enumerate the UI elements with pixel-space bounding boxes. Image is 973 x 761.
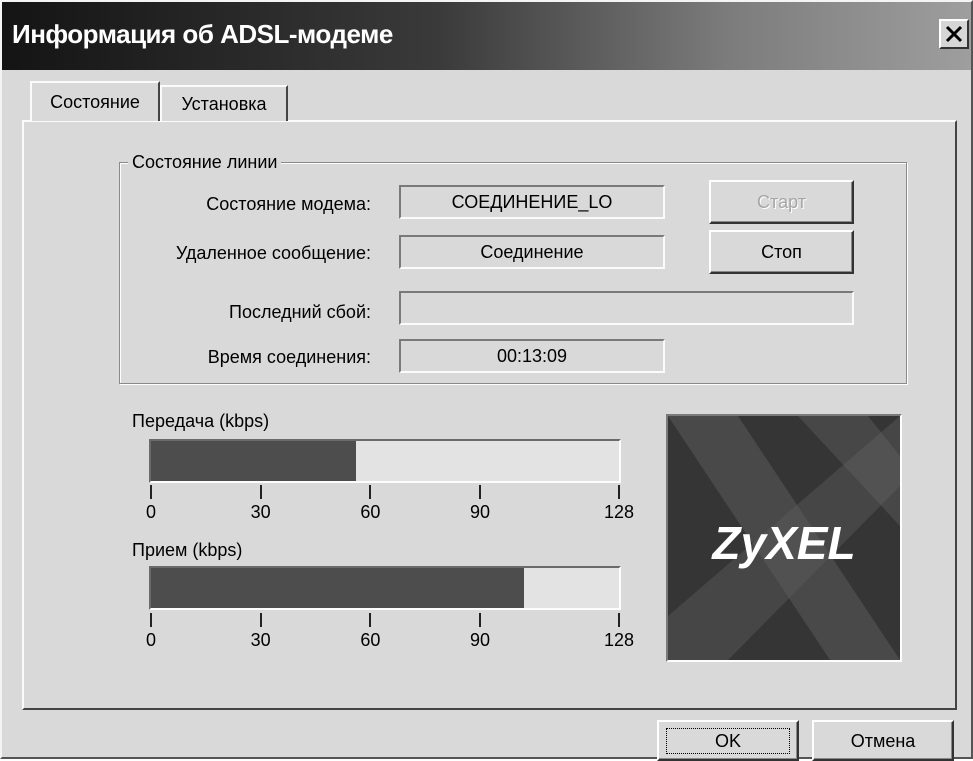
tab-setup-label: Установка bbox=[181, 94, 267, 114]
title-bar[interactable]: Информация об ADSL-модеме bbox=[2, 2, 971, 70]
modem-state-label: Состояние модема: bbox=[206, 194, 371, 214]
transmit-scale-tick bbox=[259, 485, 262, 499]
last-failure-field bbox=[399, 291, 854, 325]
modem-state-field: СОЕДИНЕНИЕ_LO bbox=[399, 185, 665, 219]
receive-scale-tick-label: 30 bbox=[250, 630, 271, 650]
line-status-group-label: Состояние линии bbox=[128, 152, 282, 173]
close-icon bbox=[945, 25, 963, 43]
transmit-scale-tick-label: 0 bbox=[145, 502, 156, 522]
transmit-scale-tick bbox=[150, 485, 152, 499]
transmit-scale-tick-label: 30 bbox=[250, 502, 271, 522]
window-title: Информация об ADSL-модеме bbox=[12, 19, 393, 49]
transmit-scale-tick bbox=[618, 485, 620, 499]
receive-label: Прием (kbps) bbox=[132, 540, 243, 560]
transmit-meter bbox=[149, 439, 621, 483]
connection-time-field: 00:13:09 bbox=[399, 339, 665, 373]
cancel-button[interactable]: Отмена bbox=[812, 720, 954, 761]
transmit-scale-tick bbox=[479, 485, 482, 499]
remote-message-field: Соединение bbox=[399, 235, 665, 269]
close-button[interactable] bbox=[939, 19, 969, 49]
receive-scale-tick bbox=[259, 613, 262, 627]
remote-message-label: Удаленное сообщение: bbox=[175, 243, 371, 263]
receive-meter-fill bbox=[151, 568, 524, 608]
receive-scale-tick bbox=[150, 613, 152, 627]
transmit-scale-tick-label: 90 bbox=[470, 502, 491, 522]
connection-time-label: Время соединения: bbox=[207, 347, 371, 367]
last-failure-label: Последний сбой: bbox=[229, 302, 371, 322]
adsl-info-dialog: Информация об ADSL-модеме Состояние Уста… bbox=[0, 0, 973, 761]
tab-status-label: Состояние bbox=[50, 92, 140, 112]
transmit-scale-tick bbox=[369, 485, 372, 499]
stop-button[interactable]: Стоп bbox=[709, 230, 854, 274]
transmit-label: Передача (kbps) bbox=[132, 411, 270, 431]
receive-scale-tick bbox=[618, 613, 620, 627]
tab-status[interactable]: Состояние bbox=[30, 81, 160, 121]
ok-button[interactable]: OK bbox=[657, 720, 799, 761]
transmit-scale-tick-label: 60 bbox=[360, 502, 381, 522]
receive-scale-tick-label: 90 bbox=[470, 630, 491, 650]
receive-scale-tick bbox=[369, 613, 372, 627]
transmit-scale-tick-label: 128 bbox=[603, 502, 635, 522]
receive-scale-tick-label: 60 bbox=[360, 630, 381, 650]
receive-scale-tick-label: 128 bbox=[603, 630, 635, 650]
logo-text: ZyXEL bbox=[712, 517, 856, 569]
transmit-meter-fill bbox=[151, 441, 356, 481]
receive-scale-tick bbox=[479, 613, 482, 627]
zyxel-logo: ZyXEL bbox=[666, 414, 902, 662]
receive-scale-tick-label: 0 bbox=[145, 630, 156, 650]
start-button[interactable]: Старт bbox=[709, 180, 854, 224]
receive-meter bbox=[149, 566, 621, 610]
ok-button-label: OK bbox=[665, 728, 791, 754]
tab-setup[interactable]: Установка bbox=[160, 85, 288, 121]
